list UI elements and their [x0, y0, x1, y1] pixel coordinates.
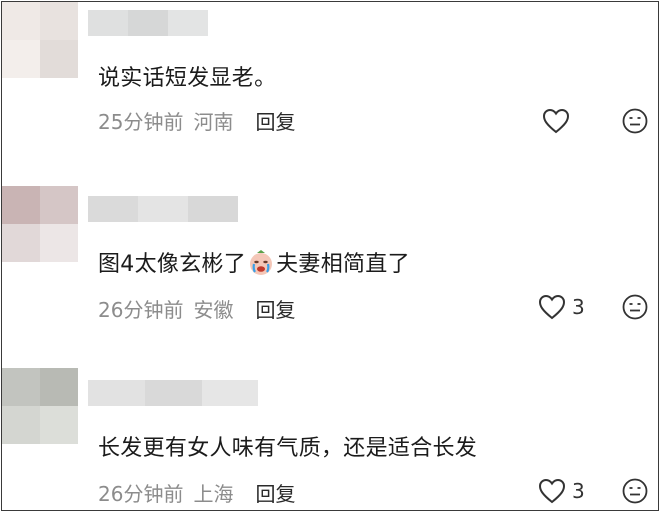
comment-text: 说实话短发显老。	[98, 66, 277, 91]
comment-meta: 26分钟前 上海 回复	[98, 478, 295, 507]
reply-button[interactable]: 回复	[255, 478, 295, 507]
comment-item: 长发更有女人味有气质，还是适合长发 26分钟前 上海 回复 3	[2, 368, 658, 510]
username-blurred[interactable]	[88, 380, 258, 406]
reply-button[interactable]: 回复	[255, 106, 295, 135]
like-button[interactable]: 3	[538, 294, 585, 320]
comment-time: 26分钟前	[98, 482, 184, 506]
comment-location: 上海	[193, 482, 234, 506]
comment-time: 26分钟前	[98, 298, 184, 322]
comment-location: 河南	[193, 110, 234, 134]
like-button[interactable]	[542, 108, 576, 134]
emoji-face-icon[interactable]	[622, 478, 648, 504]
reply-button[interactable]: 回复	[255, 294, 295, 323]
comment-item: 说实话短发显老。 25分钟前 河南 回复	[2, 2, 658, 172]
comment-text-part: 夫妻相简直了	[276, 252, 410, 277]
emoji-face-icon[interactable]	[622, 294, 648, 320]
avatar-blurred[interactable]	[2, 186, 78, 262]
comment-text-part: 图4太像玄彬了	[98, 252, 247, 277]
heart-icon	[538, 478, 566, 504]
comment-meta: 26分钟前 安徽 回复	[98, 294, 295, 323]
like-count: 3	[572, 295, 585, 319]
like-count: 3	[572, 479, 585, 503]
avatar-blurred[interactable]	[2, 2, 78, 78]
comment-time: 25分钟前	[98, 110, 184, 134]
heart-icon	[538, 294, 566, 320]
comment-location: 安徽	[193, 298, 234, 322]
emoji-face-icon[interactable]	[622, 108, 648, 134]
comment-text: 长发更有女人味有气质，还是适合长发	[98, 436, 478, 461]
username-blurred[interactable]	[88, 10, 208, 36]
avatar-blurred[interactable]	[2, 368, 78, 444]
heart-icon	[542, 108, 570, 134]
comment-text: 图4太像玄彬了 夫妻相简直了	[98, 246, 410, 278]
username-blurred[interactable]	[88, 196, 238, 222]
comment-meta: 25分钟前 河南 回复	[98, 106, 295, 135]
like-button[interactable]: 3	[538, 478, 585, 504]
comment-list: 说实话短发显老。 25分钟前 河南 回复 图4太像玄彬了 夫妻相简直了 26分钟…	[1, 1, 659, 511]
comment-item: 图4太像玄彬了 夫妻相简直了 26分钟前 安徽 回复 3	[2, 186, 658, 340]
crying-face-emoji	[250, 250, 273, 275]
